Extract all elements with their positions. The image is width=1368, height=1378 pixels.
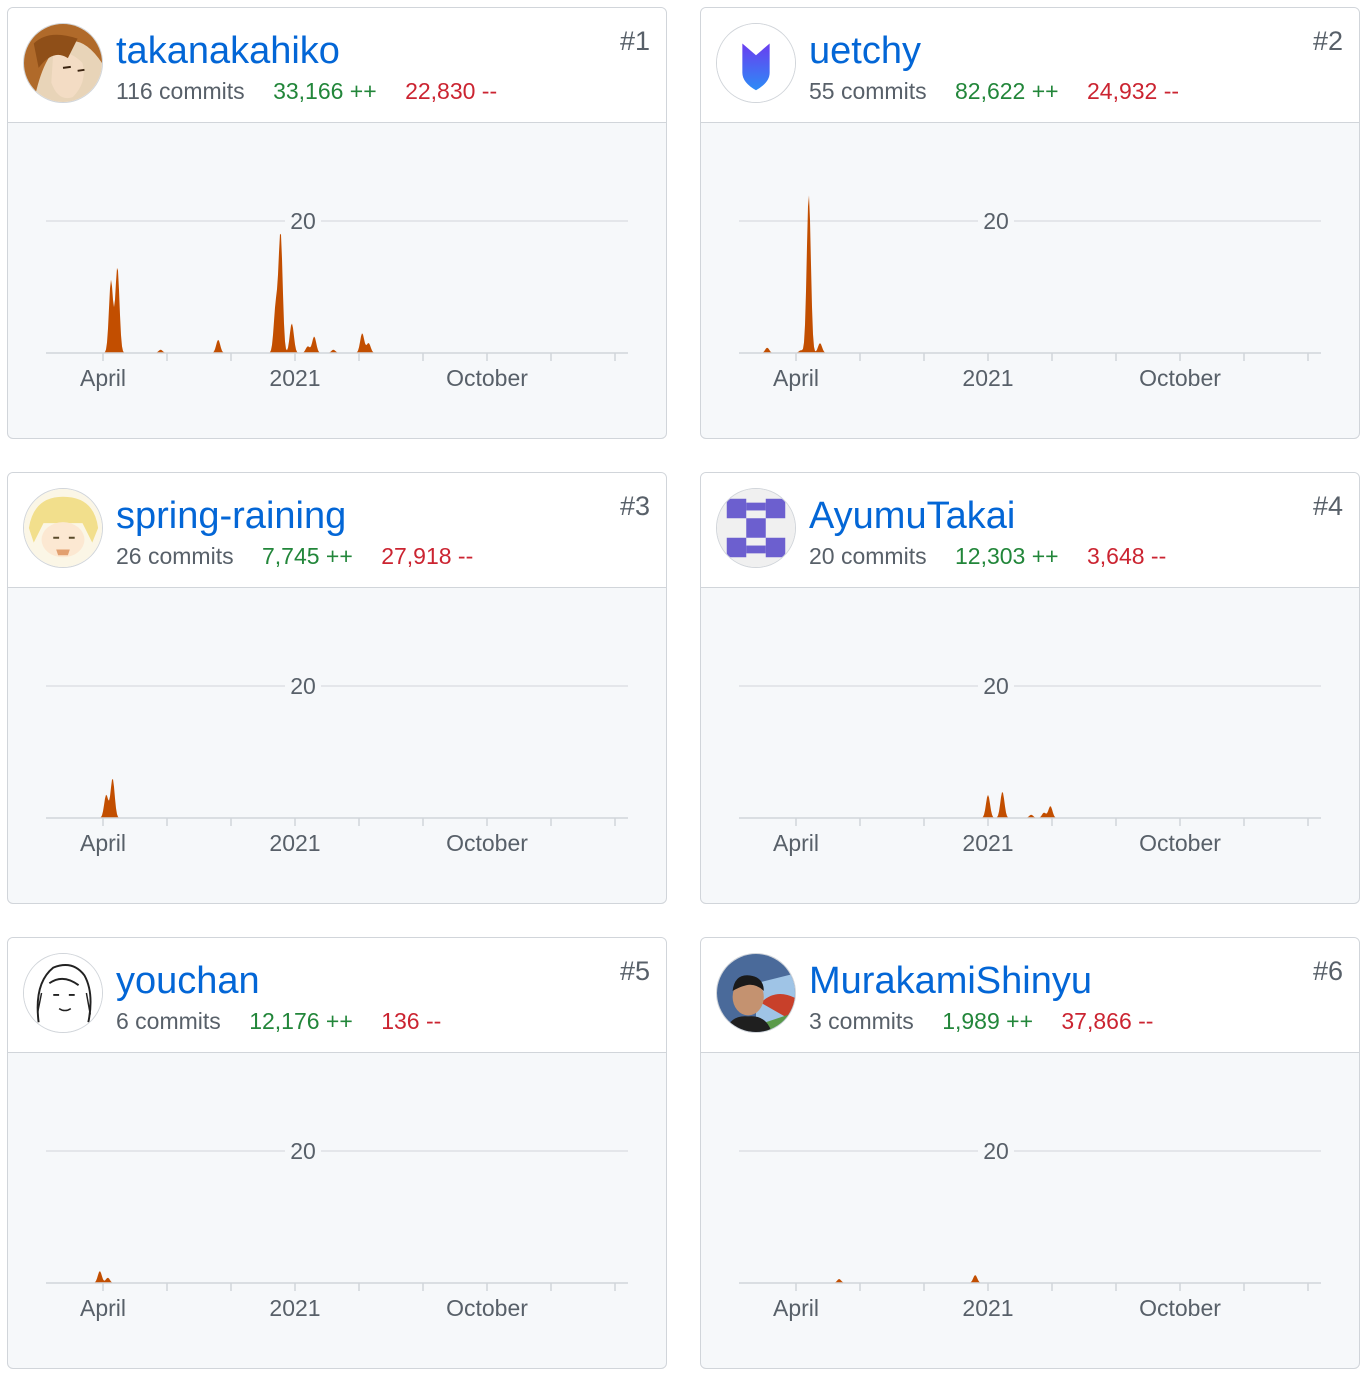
y-tick-label: 20: [983, 673, 1009, 699]
x-tick-label: October: [446, 830, 528, 856]
deletions-count: 22,830 --: [405, 78, 498, 104]
contributor-username-link[interactable]: uetchy: [809, 28, 921, 74]
commit-count: 116 commits: [116, 78, 245, 104]
contributor-stats: 20 commits 12,303 ++ 3,648 --: [809, 541, 1188, 571]
shield-logo-avatar-icon[interactable]: [716, 23, 796, 103]
contributor-username-link[interactable]: takanakahiko: [116, 28, 340, 74]
contributor-card: spring-raining 26 commits 7,745 ++ 27,91…: [7, 472, 667, 904]
commit-area-series: [739, 1275, 1321, 1283]
commit-activity-chart: April 2021 October 20: [701, 1053, 1359, 1368]
contributor-username-link[interactable]: AyumuTakai: [809, 493, 1015, 539]
commit-activity-chart: April 2021 October 20: [701, 588, 1359, 903]
contributor-rank: #6: [1312, 956, 1343, 986]
contributor-rank: #5: [619, 956, 650, 986]
x-tick-label: 2021: [962, 1295, 1013, 1321]
x-tick-label: October: [1139, 1295, 1221, 1321]
contributor-card-header: uetchy 55 commits 82,622 ++ 24,932 -- #2: [701, 8, 1359, 123]
commit-activity-chart: April 2021 October 20: [8, 123, 666, 438]
deletions-count: 3,648 --: [1086, 543, 1167, 569]
x-tick-label: April: [80, 365, 126, 391]
contributors-grid: takanakahiko 116 commits 33,166 ++ 22,83…: [0, 0, 1368, 1378]
additions-count: 33,166 ++: [273, 78, 377, 104]
additions-count: 12,303 ++: [954, 543, 1059, 569]
contributor-stats: 116 commits 33,166 ++ 22,830 --: [116, 76, 519, 106]
contributor-card-header: MurakamiShinyu 3 commits 1,989 ++ 37,866…: [701, 938, 1359, 1053]
contributor-card: MurakamiShinyu 3 commits 1,989 ++ 37,866…: [700, 937, 1360, 1369]
x-tick-label: April: [773, 365, 819, 391]
commit-count: 26 commits: [116, 543, 234, 569]
chart-svg: April 2021 October 20: [46, 1137, 628, 1321]
y-tick-label: 20: [290, 208, 316, 234]
contributor-stats: 6 commits 12,176 ++ 136 --: [116, 1006, 463, 1036]
anime-girl-avatar-icon[interactable]: [23, 23, 103, 103]
blonde-character-avatar-icon[interactable]: [23, 488, 103, 568]
x-tick-label: 2021: [269, 830, 320, 856]
commit-area-series: [46, 779, 628, 818]
deletions-count: 24,932 --: [1086, 78, 1180, 104]
x-tick-label: October: [446, 365, 528, 391]
additions-count: 82,622 ++: [954, 78, 1059, 104]
x-tick-label: 2021: [269, 365, 320, 391]
contributor-card-header: youchan 6 commits 12,176 ++ 136 -- #5: [8, 938, 666, 1053]
contributor-stats: 26 commits 7,745 ++ 27,918 --: [116, 541, 495, 571]
contributor-username-link[interactable]: MurakamiShinyu: [809, 958, 1092, 1004]
contributor-card-header: takanakahiko 116 commits 33,166 ++ 22,83…: [8, 8, 666, 123]
chart-svg: April 2021 October 20: [739, 195, 1321, 391]
commit-area-series: [46, 1271, 628, 1283]
chart-svg: April 2021 October 20: [739, 672, 1321, 856]
x-tick-label: April: [773, 830, 819, 856]
y-tick-label: 20: [290, 1138, 316, 1164]
chart-svg: April 2021 October 20: [46, 672, 628, 856]
additions-count: 12,176 ++: [249, 1008, 353, 1034]
commit-area-series: [739, 792, 1321, 818]
x-tick-label: October: [1139, 365, 1221, 391]
commit-area-series: [46, 233, 628, 353]
x-tick-label: April: [80, 1295, 126, 1321]
sketch-portrait-avatar-icon[interactable]: [23, 953, 103, 1033]
deletions-count: 37,866 --: [1061, 1008, 1154, 1034]
chart-svg: April 2021 October 20: [739, 1137, 1321, 1321]
deletions-count: 136 --: [381, 1008, 442, 1034]
chart-svg: April 2021 October 20: [46, 207, 628, 391]
commit-count: 55 commits: [809, 78, 927, 104]
x-tick-label: 2021: [269, 1295, 320, 1321]
y-tick-label: 20: [983, 1138, 1009, 1164]
commit-area-series: [739, 195, 1321, 353]
contributor-rank: #4: [1312, 491, 1343, 521]
commit-count: 6 commits: [116, 1008, 221, 1034]
contributor-rank: #2: [1312, 26, 1343, 56]
identicon-avatar-icon[interactable]: [716, 488, 796, 568]
y-tick-label: 20: [983, 208, 1009, 234]
commit-activity-chart: April 2021 October 20: [8, 1053, 666, 1368]
contributor-username-link[interactable]: youchan: [116, 958, 260, 1004]
x-tick-label: 2021: [962, 365, 1013, 391]
contributor-stats: 55 commits 82,622 ++ 24,932 --: [809, 76, 1201, 106]
additions-count: 1,989 ++: [942, 1008, 1033, 1034]
commit-activity-chart: April 2021 October 20: [8, 588, 666, 903]
contributor-card-header: spring-raining 26 commits 7,745 ++ 27,91…: [8, 473, 666, 588]
x-tick-label: 2021: [962, 830, 1013, 856]
contributor-rank: #3: [619, 491, 650, 521]
commit-count: 20 commits: [809, 543, 927, 569]
deletions-count: 27,918 --: [381, 543, 474, 569]
y-tick-label: 20: [290, 673, 316, 699]
x-tick-label: April: [80, 830, 126, 856]
x-tick-label: October: [446, 1295, 528, 1321]
contributor-card-header: AyumuTakai 20 commits 12,303 ++ 3,648 --…: [701, 473, 1359, 588]
commit-count: 3 commits: [809, 1008, 914, 1034]
contributor-rank: #1: [619, 26, 650, 56]
contributor-card: uetchy 55 commits 82,622 ++ 24,932 -- #2…: [700, 7, 1360, 439]
commit-activity-chart: April 2021 October 20: [701, 123, 1359, 438]
photo-portrait-avatar-icon[interactable]: [716, 953, 796, 1033]
contributor-card: takanakahiko 116 commits 33,166 ++ 22,83…: [7, 7, 667, 439]
contributor-stats: 3 commits 1,989 ++ 37,866 --: [809, 1006, 1175, 1036]
x-tick-label: April: [773, 1295, 819, 1321]
additions-count: 7,745 ++: [261, 543, 353, 569]
contributor-card: AyumuTakai 20 commits 12,303 ++ 3,648 --…: [700, 472, 1360, 904]
contributor-card: youchan 6 commits 12,176 ++ 136 -- #5 Ap…: [7, 937, 667, 1369]
contributor-username-link[interactable]: spring-raining: [116, 493, 346, 539]
x-tick-label: October: [1139, 830, 1221, 856]
